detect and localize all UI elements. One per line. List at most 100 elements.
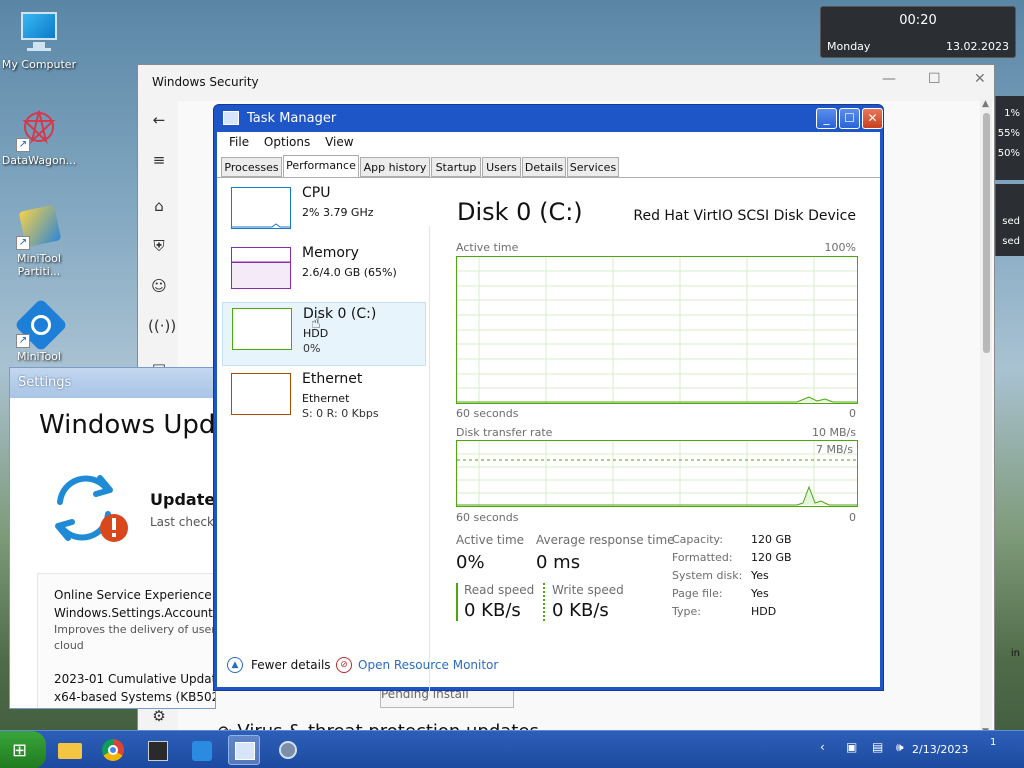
- task-manager-footer: ▲ Fewer details ⊘ Open Resource Monitor: [217, 649, 880, 687]
- perf-item-cpu[interactable]: CPU 2% 3.79 GHz: [222, 182, 426, 246]
- performance-content: CPU 2% 3.79 GHz Memory 2.6/4.0 GB (65%) …: [217, 177, 880, 696]
- fragment-text: 1%: [1004, 108, 1020, 119]
- person-icon[interactable]: ☺: [148, 275, 170, 297]
- perf-item-name: Memory: [302, 245, 359, 261]
- menu-file[interactable]: File: [229, 135, 249, 149]
- ethernet-thumbnail-graph: [231, 373, 291, 415]
- active-time-stat-label: Active time: [456, 533, 525, 547]
- update-sync-icon: [48, 472, 128, 544]
- minimize-button[interactable]: —: [882, 71, 896, 87]
- scroll-up-icon[interactable]: ▲: [982, 99, 989, 109]
- perf-item-detail: 0%: [303, 342, 321, 355]
- minimize-button[interactable]: _: [816, 108, 837, 129]
- settings-title-bar[interactable]: Settings: [10, 368, 215, 398]
- menu-view[interactable]: View: [325, 135, 353, 149]
- cpu-thumbnail-graph: [231, 187, 291, 229]
- back-arrow-icon[interactable]: ←: [148, 109, 170, 131]
- task-manager-window: Task Manager _ ☐ ✕ File Options View Pro…: [213, 104, 884, 696]
- scrollbar[interactable]: ▲ ▼: [980, 99, 992, 737]
- tab-services[interactable]: Services: [567, 157, 619, 177]
- tab-users[interactable]: Users: [482, 157, 521, 177]
- desktop-icon-datawagon[interactable]: ↗ DataWagon...: [0, 106, 78, 167]
- datawagon-icon: ↗: [16, 106, 62, 152]
- shortcut-arrow-icon: ↗: [16, 236, 30, 250]
- close-button[interactable]: ✕: [862, 108, 883, 129]
- tab-performance[interactable]: Performance: [283, 155, 359, 178]
- fragment-text: 55%: [997, 128, 1020, 139]
- task-manager-taskbar-icon[interactable]: [228, 735, 260, 765]
- settings-window: Settings Windows Upd Updates Last check …: [9, 367, 216, 709]
- disk-device-name: Red Hat VirtIO SCSI Disk Device: [633, 208, 856, 224]
- tab-processes[interactable]: Processes: [221, 157, 282, 177]
- open-resource-monitor-link[interactable]: Open Resource Monitor: [358, 658, 498, 672]
- read-speed-label: Read speed: [464, 583, 535, 597]
- tab-details[interactable]: Details: [522, 157, 566, 177]
- perf-item-memory[interactable]: Memory 2.6/4.0 GB (65%): [222, 242, 426, 306]
- taskbar-date[interactable]: 2/13/2023: [912, 743, 968, 756]
- read-speed-value: 0 KB/s: [464, 600, 521, 621]
- file-explorer-icon[interactable]: [54, 735, 86, 765]
- menu-bar: File Options View: [217, 132, 880, 152]
- tab-bar: Processes Performance App history Startu…: [221, 155, 880, 178]
- transfer-rate-graph-label: Disk transfer rate: [456, 426, 553, 439]
- desktop-icon-my-computer[interactable]: My Computer: [0, 10, 78, 71]
- computer-icon: [16, 10, 62, 56]
- task-manager-title-bar[interactable]: Task Manager _ ☐ ✕: [217, 105, 883, 132]
- system-disk-key: System disk:: [672, 569, 743, 582]
- tab-startup[interactable]: Startup: [431, 157, 481, 177]
- update-status-subtitle: Last check: [150, 515, 214, 529]
- active-time-graph-max: 100%: [824, 241, 856, 254]
- desktop-icon-minitool[interactable]: ↗ MiniTool: [0, 298, 78, 363]
- clock-day: Monday: [827, 40, 871, 53]
- update-item-1: Online Service Experience Windows.Settin…: [54, 586, 213, 622]
- active-time-graph-min: 0: [849, 407, 856, 420]
- perf-item-detail: S: 0 R: 0 Kbps: [302, 407, 379, 420]
- home-icon[interactable]: ⌂: [148, 195, 170, 217]
- security-taskbar-icon[interactable]: [272, 735, 304, 765]
- maximize-button[interactable]: ☐: [839, 108, 860, 129]
- fragment-text: sed: [1002, 216, 1020, 227]
- disk-heading: Disk 0 (C:): [457, 198, 583, 226]
- menu-options[interactable]: Options: [264, 135, 310, 149]
- shield-icon[interactable]: ⛨: [148, 235, 170, 257]
- tab-app-history[interactable]: App history: [360, 157, 430, 177]
- chevron-up-icon[interactable]: ▲: [227, 657, 243, 673]
- taskbar: ⊞ ‹ ▣ ▤ 🕪 2/13/2023 1: [0, 730, 1024, 768]
- task-manager-title: Task Manager: [247, 111, 337, 126]
- tray-overflow-chevron-icon[interactable]: ‹: [820, 740, 825, 754]
- network-warning-icon[interactable]: ▣: [846, 740, 857, 754]
- volume-icon[interactable]: 🕪: [896, 740, 904, 755]
- maximize-button[interactable]: ☐: [928, 71, 941, 87]
- perf-item-ethernet[interactable]: Ethernet Ethernet S: 0 R: 0 Kbps: [222, 368, 426, 432]
- close-button[interactable]: ✕: [974, 71, 986, 87]
- wireless-icon[interactable]: ((·)): [148, 315, 176, 337]
- network-icon[interactable]: ▤: [872, 740, 883, 754]
- app-icon[interactable]: [186, 735, 218, 765]
- update-item-desc: Improves the delivery of user: [54, 623, 216, 636]
- hamburger-menu-icon[interactable]: ≡: [148, 149, 170, 171]
- update-item-2: 2023-01 Cumulative Updat x64-based Syste…: [54, 670, 215, 706]
- app-icon[interactable]: [142, 735, 174, 765]
- active-time-graph: [456, 256, 858, 404]
- chrome-icon[interactable]: [98, 735, 130, 765]
- page-file-key: Page file:: [672, 587, 723, 600]
- perf-item-detail: 2.6/4.0 GB (65%): [302, 266, 397, 279]
- desktop-icon-minitool-partition[interactable]: ↗ MiniTool Partiti...: [0, 204, 78, 278]
- transfer-rate-marker: 7 MB/s: [816, 443, 853, 456]
- resource-monitor-icon: ⊘: [336, 657, 352, 673]
- read-speed-bar: [456, 583, 458, 621]
- fragment-text: 50%: [997, 148, 1020, 159]
- formatted-key: Formatted:: [672, 551, 733, 564]
- active-time-stat-value: 0%: [456, 552, 485, 573]
- desktop-icon-label: My Computer: [1, 58, 77, 71]
- write-speed-bar: [543, 583, 545, 621]
- start-button[interactable]: ⊞: [0, 731, 46, 768]
- scrollbar-thumb[interactable]: [983, 113, 990, 353]
- perf-item-disk[interactable]: Disk 0 (C:) HDD 0%: [222, 302, 426, 366]
- update-item-desc: cloud: [54, 639, 84, 652]
- partial-window-top: 1% 55% 50%: [995, 96, 1024, 180]
- shortcut-arrow-icon: ↗: [16, 334, 30, 348]
- disk-thumbnail-graph: [232, 308, 292, 350]
- fewer-details-button[interactable]: Fewer details: [251, 658, 331, 672]
- notification-badge[interactable]: 1: [990, 737, 996, 748]
